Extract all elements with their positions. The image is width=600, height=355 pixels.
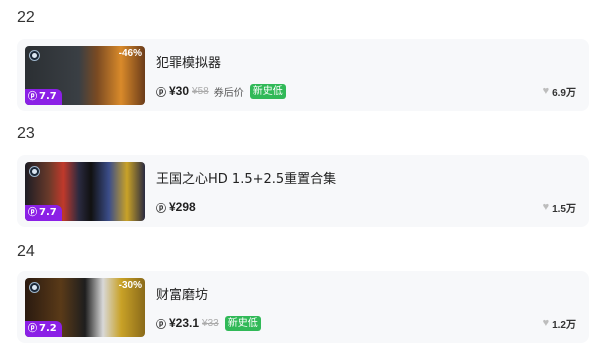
- game-title[interactable]: 财富磨坊: [156, 284, 208, 303]
- game-thumbnail[interactable]: ⓟ 7.7: [25, 162, 145, 221]
- game-card[interactable]: ⓟ 7.7 王国之心HD 1.5+2.5重置合集 ⓟ ¥298 ♥ 1.5万: [17, 155, 589, 227]
- discount-badge: -46%: [118, 48, 142, 59]
- pm-icon: ⓟ: [28, 324, 38, 334]
- current-price: ¥30: [169, 84, 190, 98]
- rank-number: 23: [17, 125, 35, 142]
- game-title[interactable]: 犯罪模拟器: [156, 52, 221, 71]
- heart-icon: ♥: [542, 84, 550, 97]
- event-badge: ⓟ 7.7: [25, 205, 62, 221]
- pm-icon: ⓟ: [28, 92, 38, 102]
- coupon-note: 券后价: [213, 87, 244, 99]
- like-count[interactable]: ♥ 1.2万: [543, 315, 576, 331]
- event-badge: ⓟ 7.7: [25, 89, 62, 105]
- event-badge: ⓟ 7.2: [25, 321, 62, 337]
- pm-icon: ⓟ: [156, 203, 166, 215]
- price-row: ⓟ ¥298: [156, 199, 196, 215]
- rank-number: 22: [17, 9, 35, 26]
- steam-icon: [29, 282, 40, 293]
- discount-badge: -30%: [118, 280, 142, 291]
- heart-icon: ♥: [542, 200, 550, 213]
- pm-icon: ⓟ: [156, 87, 166, 99]
- pm-icon: ⓟ: [156, 319, 166, 331]
- lowest-price-tag: 新史低: [224, 315, 261, 331]
- price-row: ⓟ ¥30 ¥58 券后价 新史低: [156, 83, 286, 99]
- original-price: ¥33: [202, 317, 219, 329]
- game-title[interactable]: 王国之心HD 1.5+2.5重置合集: [156, 168, 336, 187]
- current-price: ¥23.1: [169, 316, 200, 330]
- like-count[interactable]: ♥ 6.9万: [543, 83, 576, 99]
- rank-number: 24: [17, 243, 35, 260]
- pm-icon: ⓟ: [28, 208, 38, 218]
- game-thumbnail[interactable]: -46% ⓟ 7.7: [25, 46, 145, 105]
- steam-icon: [29, 166, 40, 177]
- game-card[interactable]: -46% ⓟ 7.7 犯罪模拟器 ⓟ ¥30 ¥58 券后价 新史低 ♥ 6.9万: [17, 39, 589, 111]
- original-price: ¥58: [192, 85, 209, 97]
- game-card[interactable]: -30% ⓟ 7.2 财富磨坊 ⓟ ¥23.1 ¥33 新史低 ♥ 1.2万: [17, 271, 589, 343]
- steam-icon: [29, 50, 40, 61]
- current-price: ¥298: [169, 200, 196, 214]
- game-thumbnail[interactable]: -30% ⓟ 7.2: [25, 278, 145, 337]
- lowest-price-tag: 新史低: [249, 83, 286, 99]
- like-count[interactable]: ♥ 1.5万: [543, 199, 576, 215]
- heart-icon: ♥: [542, 316, 550, 329]
- price-row: ⓟ ¥23.1 ¥33 新史低: [156, 315, 261, 331]
